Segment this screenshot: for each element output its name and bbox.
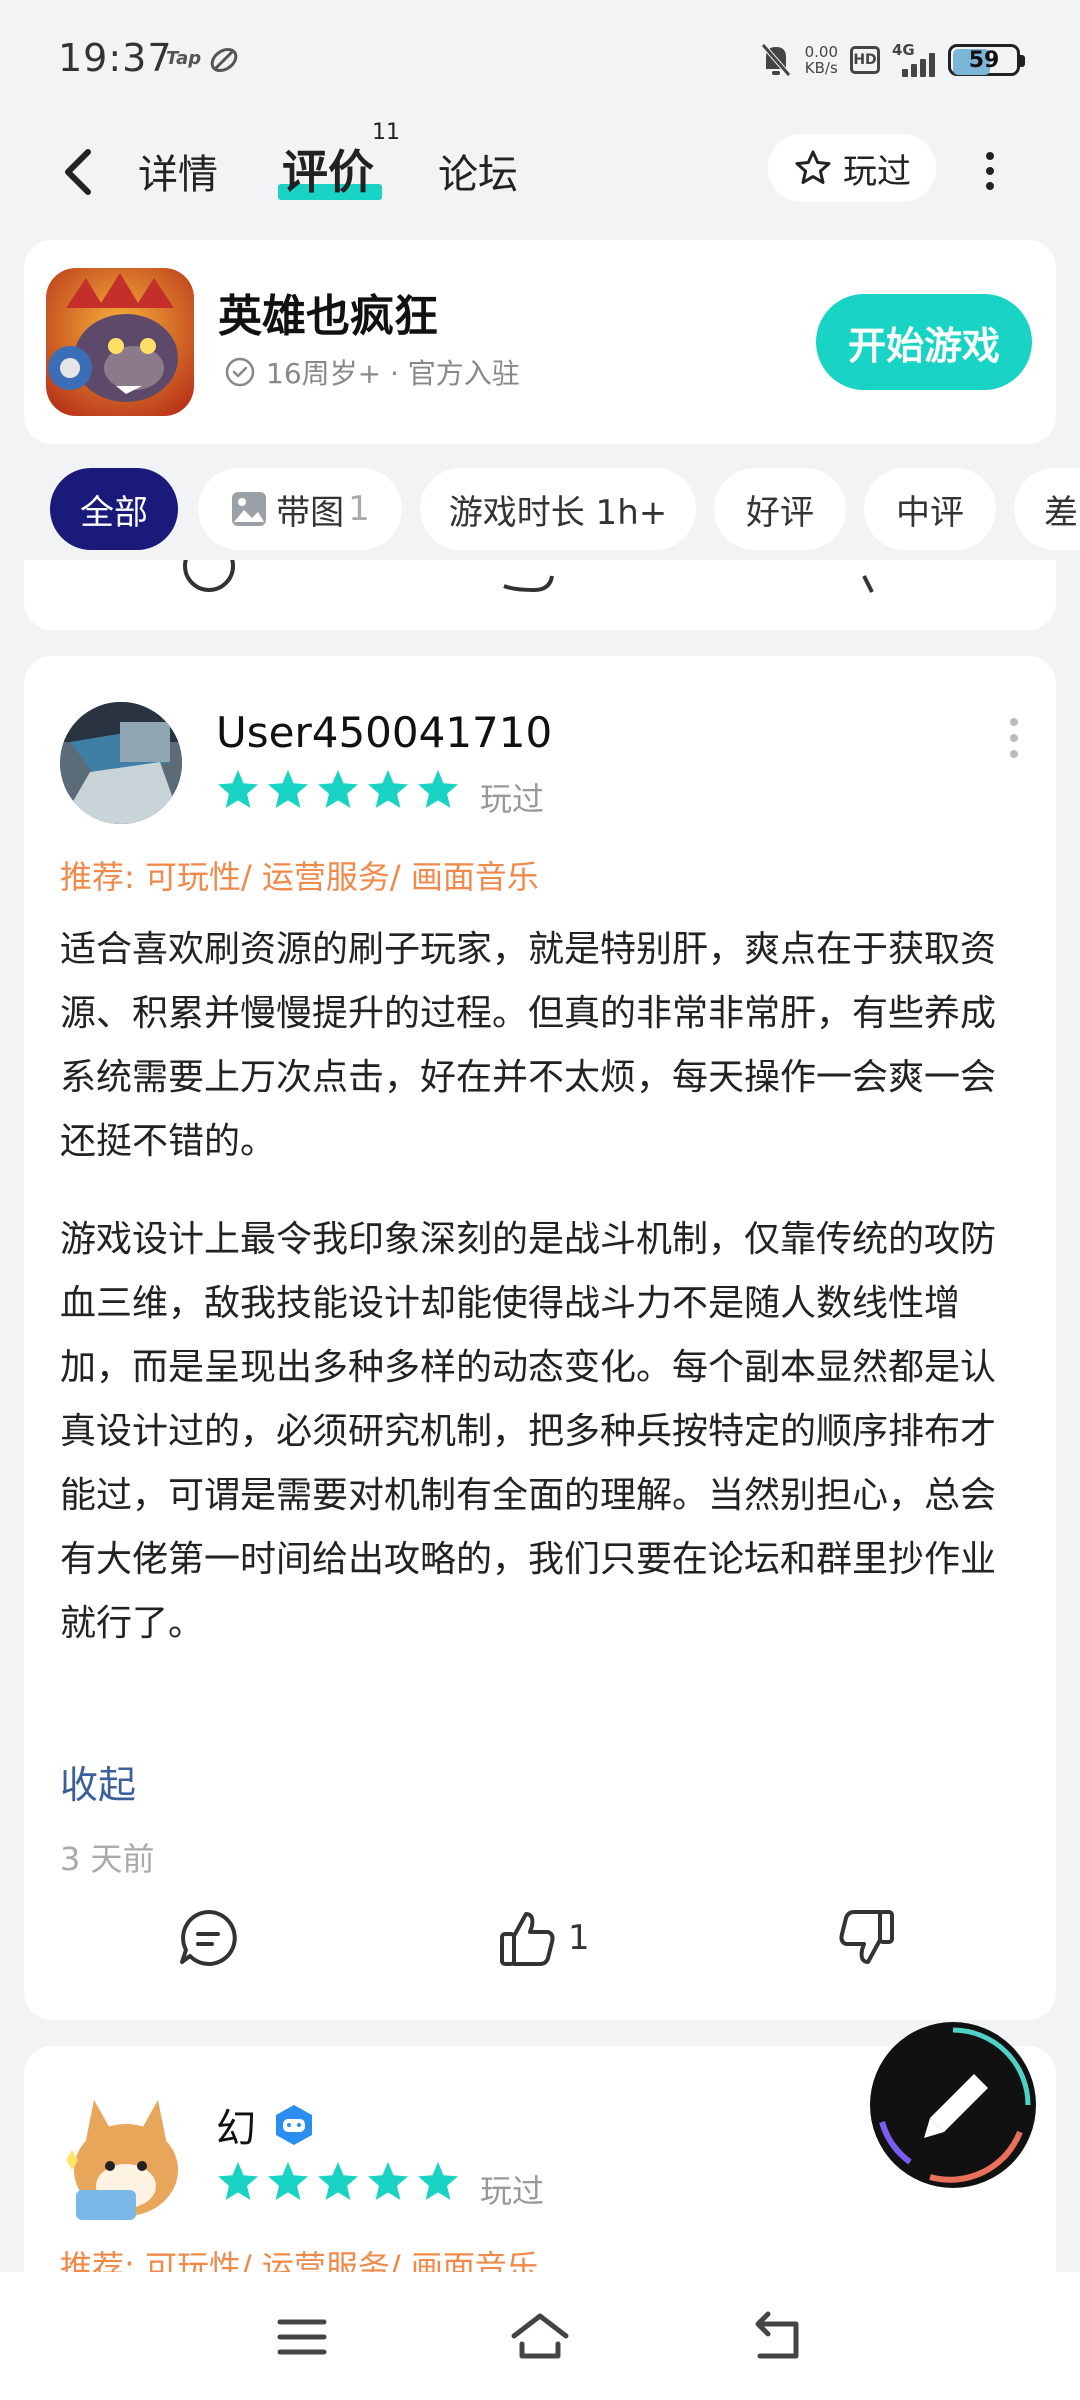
tab-details[interactable]: 详情 [138, 142, 218, 200]
avatar[interactable] [46, 2090, 196, 2230]
tab-reviews-count: 11 [372, 120, 400, 145]
star-icon [218, 2162, 258, 2200]
review-more-icon[interactable] [1004, 718, 1024, 758]
played-status: 玩过 [480, 2172, 545, 2210]
game-card[interactable]: 英雄也疯狂 16周岁+ · 官方入驻 开始游戏 [24, 240, 1056, 444]
filter-all[interactable]: 全部 [50, 468, 178, 550]
dislike-button[interactable] [834, 1906, 898, 1970]
star-icon [418, 770, 458, 808]
thumbs-up-icon [500, 1912, 555, 1966]
rating-stars [216, 2160, 460, 2204]
like-button[interactable]: 1 [496, 1906, 590, 1970]
star-outline-icon [795, 150, 831, 184]
game-meta: 16周岁+ · 官方入驻 [224, 352, 520, 392]
thumbs-down-icon[interactable] [854, 560, 894, 596]
image-icon [232, 492, 267, 526]
menu-icon[interactable] [272, 2310, 332, 2364]
tab-reviews[interactable]: 评价 [282, 136, 374, 202]
battery-icon: 59 [948, 44, 1025, 76]
filter-playtime[interactable]: 游戏时长 1h+ [420, 468, 696, 550]
star-icon [268, 2162, 308, 2200]
back-icon[interactable] [750, 2310, 810, 2364]
review-actions: 1 [24, 1906, 1056, 1976]
review-time: 3 天前 [60, 1840, 155, 1878]
game-title: 英雄也疯狂 [218, 291, 438, 342]
avatar[interactable] [60, 702, 182, 824]
played-button[interactable]: 玩过 [768, 134, 936, 202]
comment-icon [180, 1909, 237, 1966]
previous-review-actions [24, 560, 1056, 630]
review-card: User450041710 玩过 推荐: 可玩性/ 运营服务/ 画面音乐 适合喜… [24, 656, 1056, 2020]
status-time: 19:37 [58, 36, 173, 80]
net-speed: 0.00 KB/s [804, 43, 838, 77]
collapse-link[interactable]: 收起 [60, 1754, 136, 1809]
filter-positive[interactable]: 好评 [714, 468, 846, 550]
star-icon [268, 770, 308, 808]
start-game-button[interactable]: 开始游戏 [816, 294, 1032, 390]
review-paragraph-2: 游戏设计上最令我印象深刻的是战斗机制，仅靠传统的攻防血三维，敌我技能设计却能使得… [60, 1219, 997, 1644]
star-icon [368, 2162, 408, 2200]
game-icon [46, 268, 194, 416]
top-nav: 详情 评价 11 论坛 玩过 [0, 118, 1080, 228]
star-icon [418, 2162, 458, 2200]
filter-chips: 全部 带图 1 游戏时长 1h+ 好评 中评 差 [0, 468, 1080, 552]
comment-icon[interactable] [174, 560, 244, 596]
star-icon [318, 770, 358, 808]
verified-check-icon [225, 357, 255, 387]
write-review-fab[interactable] [870, 2022, 1036, 2188]
comment-button[interactable] [176, 1906, 240, 1970]
filter-negative[interactable]: 差 [1014, 468, 1080, 550]
star-icon [368, 770, 408, 808]
played-status: 玩过 [480, 780, 545, 818]
filter-neutral[interactable]: 中评 [864, 468, 996, 550]
like-count: 1 [568, 1918, 590, 1958]
taptap-icon: Tap [166, 48, 202, 69]
recommend-tags: 推荐: 可玩性/ 运营服务/ 画面音乐 [60, 858, 539, 896]
gamer-badge-icon [276, 2105, 312, 2145]
hd-icon: HD [850, 46, 880, 74]
review-paragraph-1: 适合喜欢刷资源的刷子玩家，就是特别肝，爽点在于获取资源、积累并慢慢提升的过程。但… [60, 929, 997, 1162]
tab-forum[interactable]: 论坛 [438, 142, 518, 200]
system-nav-bar [0, 2272, 1080, 2400]
review-username[interactable]: 幻 [216, 2096, 316, 2154]
thumbs-down-icon [839, 1910, 894, 1964]
review-username[interactable]: User450041710 [216, 708, 552, 757]
rating-stars [216, 768, 460, 812]
mute-bell-icon [760, 43, 791, 77]
signal-icon: 4G [892, 41, 936, 77]
star-icon [218, 770, 258, 808]
filter-with-images[interactable]: 带图 1 [198, 468, 402, 550]
status-bar: 19:37 Tap 0.00 KB/s HD 4G 59 [0, 0, 1080, 118]
star-icon [318, 2162, 358, 2200]
leaf-icon [210, 48, 238, 72]
home-icon[interactable] [510, 2310, 570, 2364]
back-arrow-icon[interactable] [56, 142, 102, 202]
thumbs-up-icon[interactable] [494, 560, 564, 596]
more-options-icon[interactable] [978, 146, 1002, 196]
